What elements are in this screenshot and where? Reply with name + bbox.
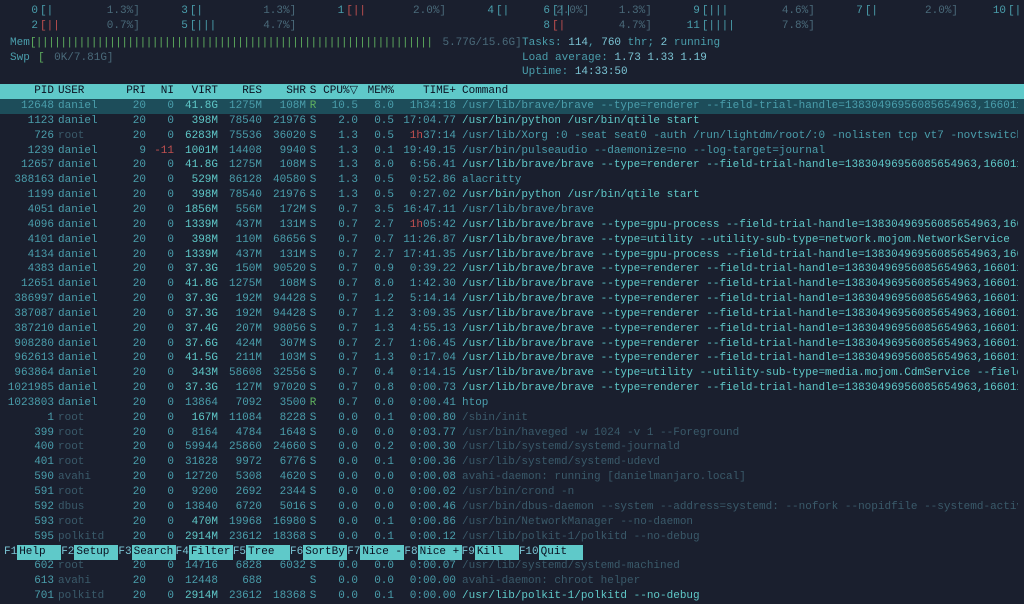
swp-meter: [ [38, 51, 44, 66]
cpu-meter-5: 5[|||4.7%] [160, 19, 296, 34]
process-row[interactable]: 387087daniel20037.3G192M94428S0.71.23:09… [0, 307, 1024, 322]
process-row[interactable]: 593root200470M1996816980S0.00.10:00.86/u… [0, 515, 1024, 530]
process-row[interactable]: 4101daniel200398M110M68656S0.70.711:26.8… [0, 233, 1024, 248]
process-row[interactable]: 701polkitd2002914M2361218368S0.00.10:00.… [0, 589, 1024, 604]
process-row[interactable]: 4051daniel2001856M556M172MS0.73.516:47.1… [0, 203, 1024, 218]
fkey-f7: F7 [347, 545, 360, 560]
threads-count: 760 [601, 37, 621, 49]
process-row[interactable]: 386997daniel20037.3G192M94428S0.71.25:14… [0, 292, 1024, 307]
header-user[interactable]: USER [54, 84, 114, 99]
fkey-f2: F2 [61, 545, 74, 560]
fkey-label-help[interactable]: Help [17, 545, 61, 560]
process-row[interactable]: 1199daniel200398M7854021976S1.30.50:27.0… [0, 188, 1024, 203]
load-average: 1.73 1.33 1.19 [614, 52, 706, 64]
process-row[interactable]: 591root200920026922344S0.00.00:00.02/usr… [0, 485, 1024, 500]
process-row[interactable]: 400root200599442586024660S0.00.20:00.30/… [0, 440, 1024, 455]
header-pid[interactable]: PID [6, 84, 54, 99]
cpu-meter-2: 2[||0.7%] [10, 19, 140, 34]
header-ni[interactable]: NI [146, 84, 174, 99]
header-s[interactable]: S [306, 84, 320, 99]
process-row[interactable]: 401root2003182899726776S0.00.10:00.36/us… [0, 455, 1024, 470]
header-res[interactable]: RES [218, 84, 262, 99]
header-shr[interactable]: SHR [262, 84, 306, 99]
fkey-f1: F1 [4, 545, 17, 560]
fkey-f9: F9 [462, 545, 475, 560]
cpu-meter-7: 7[|2.0%] [835, 4, 958, 19]
process-row[interactable]: 388163daniel200529M8612840580S1.30.50:52… [0, 173, 1024, 188]
process-row[interactable]: 602root2001471668286032S0.00.00:00.07/us… [0, 559, 1024, 574]
header-pri[interactable]: PRI [114, 84, 146, 99]
uptime-value: 14:33:50 [575, 66, 628, 78]
fkey-label-nice--[interactable]: Nice - [360, 545, 404, 560]
process-row[interactable]: 4134daniel2001339M437M131MS0.72.717:41.3… [0, 248, 1024, 263]
cpu-meter-1: 1[||2.0%] [316, 4, 446, 19]
fkey-label-filter[interactable]: Filter [189, 545, 233, 560]
cpu-meter-3: 3[|1.3%] [160, 4, 296, 19]
process-row[interactable]: 592dbus2001384067205016S0.00.00:00.46/us… [0, 500, 1024, 515]
header-virt[interactable]: VIRT [174, 84, 218, 99]
process-row[interactable]: 12651daniel20041.8G1275M108MS0.78.01:42.… [0, 277, 1024, 292]
process-header[interactable]: PID USER PRI NI VIRT RES SHR S CPU%▽ MEM… [0, 84, 1024, 99]
fkey-f4: F4 [176, 545, 189, 560]
mem-value: 5.77G/15.6G] [442, 36, 521, 51]
fkey-label-search[interactable]: Search [132, 545, 176, 560]
process-row[interactable]: 1123daniel200398M7854021976S2.00.517:04.… [0, 114, 1024, 129]
tasks-count: 114 [568, 37, 588, 49]
header-mem[interactable]: MEM% [358, 84, 394, 99]
process-row[interactable]: 908280daniel20037.6G424M307MS0.72.71:06.… [0, 337, 1024, 352]
process-row[interactable]: 399root200816447841648S0.00.00:03.77/usr… [0, 426, 1024, 441]
process-row[interactable]: 1root200167M110848228S0.00.10:00.80/sbin… [0, 411, 1024, 426]
cpu-meter-0: 0[|1.3%] [10, 4, 140, 19]
process-list[interactable]: 12648daniel20041.8G1275M108MR10.58.01h34… [0, 99, 1024, 604]
swp-label: Swp [10, 51, 38, 66]
fkey-label-sortby[interactable]: SortBy [303, 545, 347, 560]
process-row[interactable]: 12657daniel20041.8G1275M108MS1.38.06:56.… [0, 158, 1024, 173]
cpu-meter-9: 9[|||4.6%] [672, 4, 815, 19]
process-row[interactable]: 4383daniel20037.3G150M90520S0.70.90:39.2… [0, 262, 1024, 277]
fkey-label-kill[interactable]: Kill [475, 545, 519, 560]
function-key-bar: F1HelpF2SetupF3SearchF4FilterF5TreeF6Sor… [0, 545, 1024, 560]
process-row[interactable]: 1239daniel9-111001M144089940S1.30.119:49… [0, 144, 1024, 159]
fkey-label-quit[interactable]: Quit [539, 545, 583, 560]
tasks-label: Tasks: [522, 37, 568, 49]
process-row[interactable]: 590avahi2001272053084620S0.00.00:00.08av… [0, 470, 1024, 485]
process-row[interactable]: 963864daniel200343M5860832556S0.70.40:14… [0, 366, 1024, 381]
cpu-meter-8: 8[|4.7%] [522, 19, 652, 34]
fkey-f10: F10 [519, 545, 539, 560]
header-time[interactable]: TIME+ [394, 84, 456, 99]
mem-meter: [|||||||||||||||||||||||||||||||||||||||… [30, 36, 433, 51]
process-row[interactable]: 1021985daniel20037.3G127M97020S0.70.80:0… [0, 381, 1024, 396]
process-row[interactable]: 595polkitd2002914M2361218368S0.00.10:00.… [0, 530, 1024, 545]
process-row[interactable]: 962613daniel20041.5G211M103MS0.71.30:17.… [0, 351, 1024, 366]
fkey-label-setup[interactable]: Setup [74, 545, 118, 560]
process-row[interactable]: 4096daniel2001339M437M131MS0.72.71h05:42… [0, 218, 1024, 233]
uptime-label: Uptime: [522, 66, 575, 78]
process-row[interactable]: 12648daniel20041.8G1275M108MR10.58.01h34… [0, 99, 1024, 114]
load-label: Load average: [522, 52, 614, 64]
process-row[interactable]: 726root2006283M7553636020S1.30.51h37:14/… [0, 129, 1024, 144]
process-row[interactable]: 387210daniel20037.4G207M98056S0.71.34:55… [0, 322, 1024, 337]
fkey-f8: F8 [404, 545, 417, 560]
mem-label: Mem [10, 36, 30, 51]
header-command[interactable]: Command [456, 84, 1018, 99]
process-row[interactable]: 1023803daniel2001386470923500R0.70.00:00… [0, 396, 1024, 411]
fkey-f6: F6 [290, 545, 303, 560]
header-cpu[interactable]: CPU%▽ [320, 84, 358, 99]
cpu-meter-10: 10[||3.3%] [978, 4, 1024, 19]
cpu-meter-11: 11[||||7.8%] [672, 19, 815, 34]
cpu-meter-6: 6[||1.3%] [522, 4, 652, 19]
fkey-label-tree[interactable]: Tree [246, 545, 290, 560]
fkey-f3: F3 [118, 545, 131, 560]
fkey-f5: F5 [233, 545, 246, 560]
swp-value: 0K/7.81G] [54, 51, 113, 66]
fkey-label-nice-+[interactable]: Nice + [418, 545, 462, 560]
process-row[interactable]: 613avahi20012448688S0.00.00:00.00avahi-d… [0, 574, 1024, 589]
